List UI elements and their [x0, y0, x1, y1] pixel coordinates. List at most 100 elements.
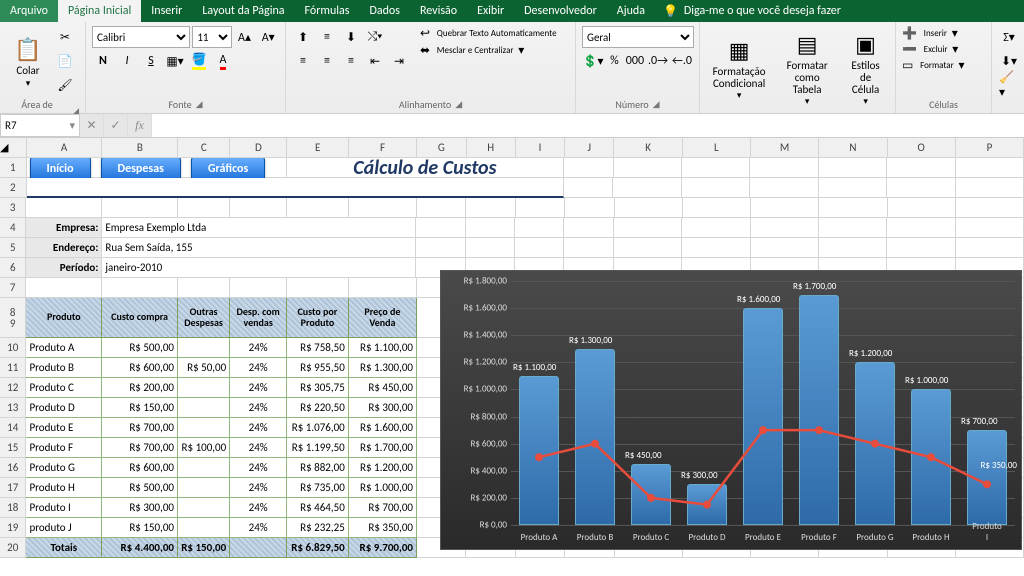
tab-developer[interactable]: Desenvolvedor — [514, 0, 607, 22]
bold-button[interactable]: N — [92, 50, 114, 72]
cell[interactable] — [178, 278, 230, 298]
enter-formula-button[interactable]: ✓ — [104, 114, 128, 137]
row-header[interactable]: 6 — [0, 258, 26, 278]
table-cell[interactable]: Produto F — [26, 438, 102, 458]
tab-page-layout[interactable]: Layout da Página — [192, 0, 294, 22]
copy-button[interactable]: 📄 — [54, 50, 76, 72]
cell[interactable] — [819, 158, 887, 178]
cell-styles-button[interactable]: ▣Estilos de Célula▾ — [842, 26, 889, 109]
table-cell[interactable]: 24% — [230, 418, 287, 438]
row-header[interactable]: 89 — [0, 298, 26, 338]
cell[interactable] — [819, 198, 887, 218]
tab-data[interactable]: Dados — [359, 0, 409, 22]
font-size-select[interactable]: 11 — [192, 26, 231, 48]
increase-indent-button[interactable]: ⇥ — [388, 50, 410, 72]
table-cell[interactable]: R$ 150,00 — [102, 518, 178, 538]
column-header[interactable]: C — [178, 138, 230, 158]
cell[interactable] — [466, 198, 515, 218]
cell[interactable] — [750, 158, 818, 178]
tab-home[interactable]: Página Inicial — [58, 0, 141, 22]
table-cell[interactable] — [178, 378, 230, 398]
worksheet-area[interactable]: ◢ABCDEFGHIJKLMNOP 1InícioDespesasGráfico… — [0, 138, 1024, 576]
cell[interactable] — [615, 198, 683, 218]
cell[interactable] — [515, 218, 564, 238]
cell[interactable] — [682, 178, 750, 198]
table-cell[interactable]: 24% — [230, 478, 287, 498]
row-header[interactable]: 2 — [0, 178, 27, 198]
paste-button[interactable]: 📋 Colar ▾ — [6, 26, 50, 96]
column-header[interactable]: P — [956, 138, 1024, 158]
column-header[interactable]: E — [287, 138, 349, 158]
cell[interactable] — [751, 238, 819, 258]
column-header[interactable]: N — [819, 138, 887, 158]
table-cell[interactable]: R$ 1.000,00 — [349, 478, 417, 498]
cell[interactable] — [564, 238, 613, 258]
insert-cells-button[interactable]: ➕ Inserir ▾ — [902, 26, 985, 41]
cell[interactable] — [682, 238, 750, 258]
table-cell[interactable]: R$ 100,00 — [178, 438, 230, 458]
tab-help[interactable]: Ajuda — [607, 0, 655, 22]
cell[interactable] — [230, 198, 287, 218]
table-cell[interactable]: R$ 700,00 — [349, 498, 417, 518]
table-cell[interactable]: R$ 1.100,00 — [349, 338, 417, 358]
column-header[interactable]: G — [417, 138, 466, 158]
tab-formulas[interactable]: Fórmulas — [295, 0, 360, 22]
autosum-button[interactable]: Σ▾ — [998, 26, 1020, 48]
orientation-button[interactable]: ⤭▾ — [364, 26, 386, 48]
cell[interactable] — [819, 238, 887, 258]
cell[interactable] — [956, 238, 1024, 258]
cell[interactable] — [888, 198, 956, 218]
table-cell[interactable]: 24% — [230, 358, 287, 378]
accounting-format-button[interactable]: 💲▾ — [582, 50, 604, 72]
table-cell[interactable]: 24% — [230, 498, 287, 518]
cell[interactable] — [956, 218, 1024, 238]
select-all-corner[interactable]: ◢ — [0, 138, 27, 158]
insert-function-button[interactable]: fx — [128, 114, 152, 137]
table-cell[interactable]: R$ 500,00 — [102, 478, 178, 498]
decrease-font-button[interactable]: A▾ — [257, 26, 279, 48]
clear-button[interactable]: 🧹▾ — [998, 74, 1020, 96]
row-header[interactable]: 11 — [0, 358, 26, 378]
info-value[interactable]: Rua Sem Saída, 155 — [102, 238, 416, 258]
fill-color-button[interactable]: 🪣 — [188, 50, 210, 72]
cell[interactable] — [102, 198, 178, 218]
number-format-select[interactable]: Geral — [582, 26, 694, 48]
row-header[interactable]: 14 — [0, 418, 26, 438]
row-header[interactable]: 12 — [0, 378, 26, 398]
cell[interactable] — [956, 178, 1024, 198]
align-right-button[interactable]: ≡ — [340, 50, 362, 72]
cell[interactable] — [416, 218, 465, 238]
cell[interactable] — [614, 218, 682, 238]
table-cell[interactable]: R$ 350,00 — [349, 518, 417, 538]
table-cell[interactable]: R$ 220,50 — [287, 398, 349, 418]
table-cell[interactable]: R$ 500,00 — [102, 338, 178, 358]
table-cell[interactable]: R$ 232,25 — [287, 518, 349, 538]
cell[interactable]: InícioDespesasGráficos — [27, 158, 287, 178]
italic-button[interactable]: I — [116, 50, 138, 72]
table-cell[interactable] — [178, 398, 230, 418]
font-launcher[interactable]: ◢ — [196, 99, 203, 110]
cell[interactable] — [956, 198, 1024, 218]
align-center-button[interactable]: ≡ — [316, 50, 338, 72]
cell[interactable] — [230, 278, 287, 298]
delete-cells-button[interactable]: ➖ Excluir ▾ — [902, 42, 985, 57]
table-cell[interactable]: Produto C — [26, 378, 102, 398]
info-value[interactable]: janeiro-2010 — [102, 258, 416, 278]
table-cell[interactable]: Produto A — [26, 338, 102, 358]
table-cell[interactable]: 24% — [230, 338, 287, 358]
cell[interactable] — [26, 278, 102, 298]
font-name-select[interactable]: Calibri — [92, 26, 190, 48]
tab-view[interactable]: Exibir — [467, 0, 514, 22]
table-cell[interactable]: R$ 600,00 — [102, 358, 178, 378]
table-cell[interactable] — [178, 418, 230, 438]
percent-format-button[interactable]: % — [606, 50, 623, 72]
table-cell[interactable]: 24% — [230, 518, 287, 538]
cell[interactable] — [349, 278, 417, 298]
cell[interactable] — [564, 218, 613, 238]
wrap-text-button[interactable]: ↩ Quebrar Texto Automaticamente — [420, 26, 557, 41]
table-cell[interactable]: R$ 700,00 — [102, 438, 178, 458]
cell[interactable] — [349, 198, 417, 218]
underline-button[interactable]: S — [140, 50, 162, 72]
column-header[interactable]: A — [27, 138, 103, 158]
cell[interactable] — [466, 238, 515, 258]
